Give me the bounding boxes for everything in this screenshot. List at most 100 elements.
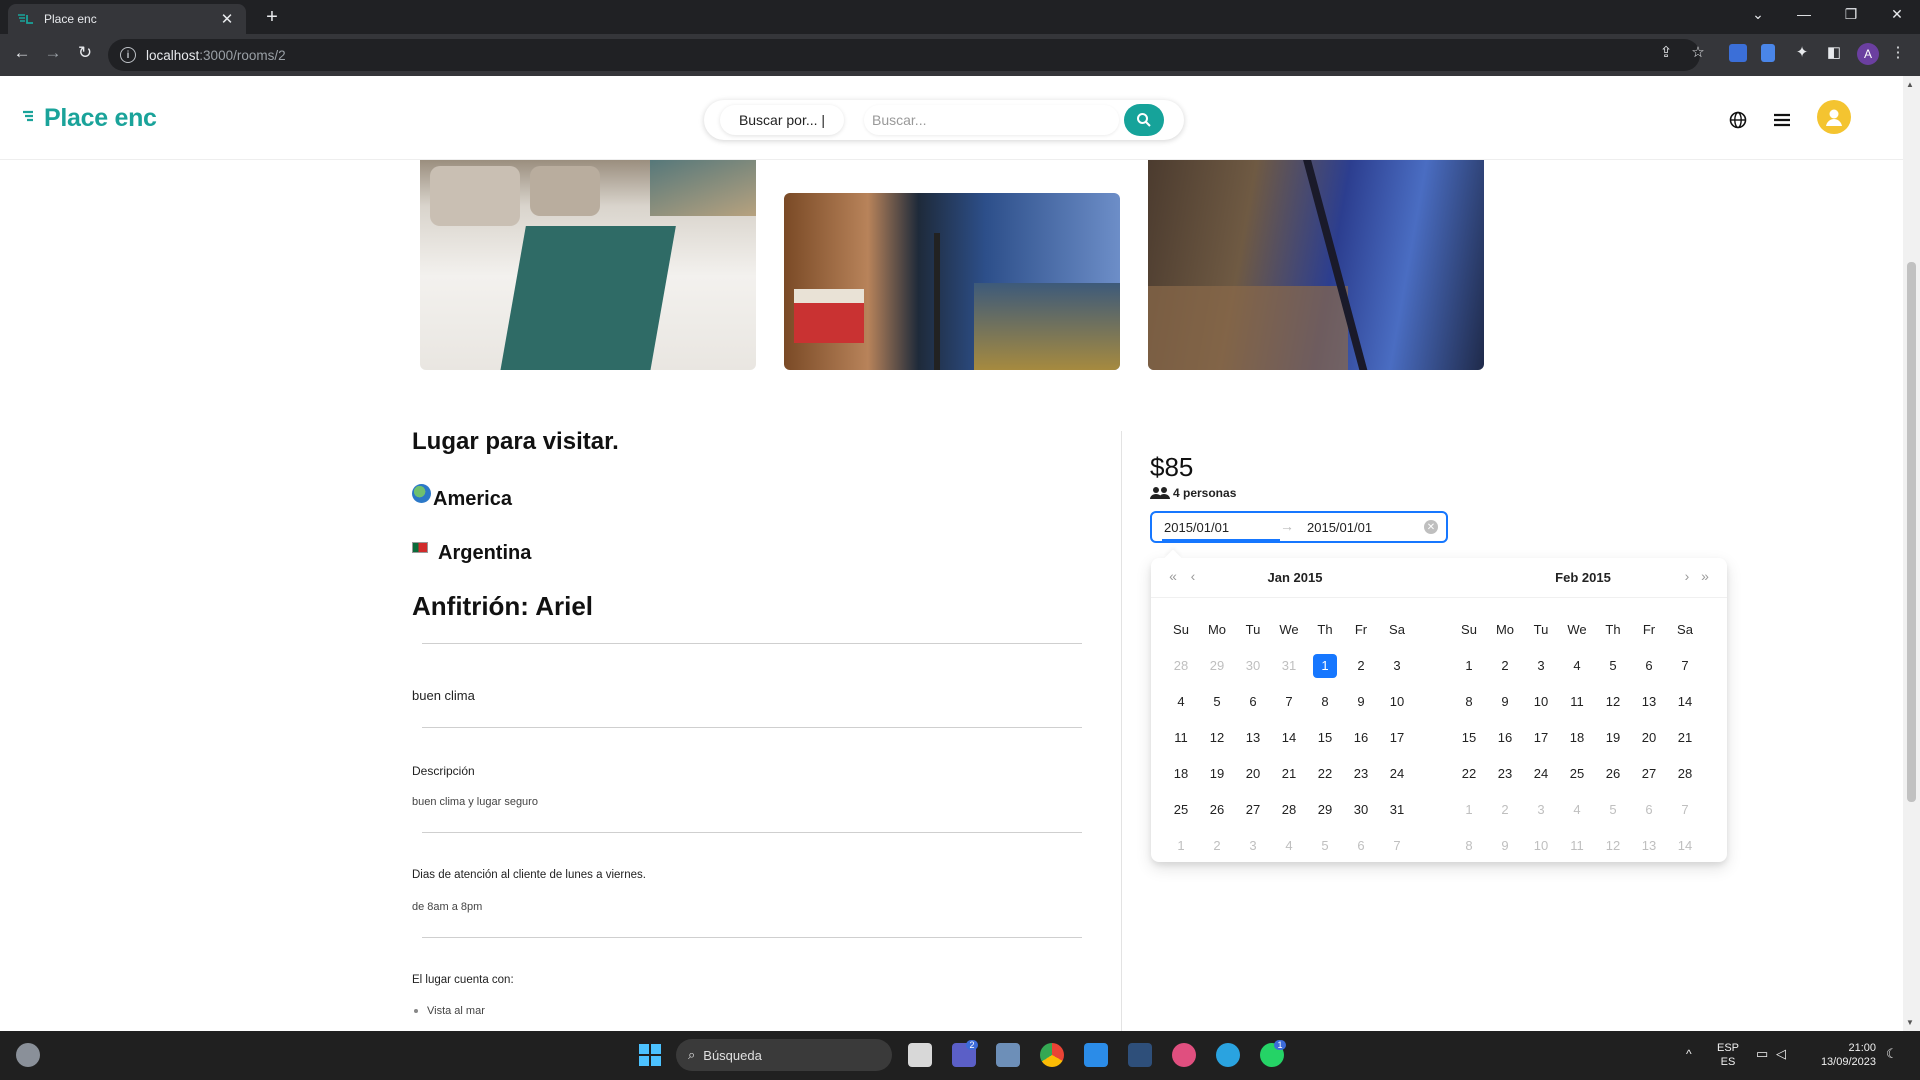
side-panel-icon[interactable]: ◧ — [1822, 43, 1846, 61]
calendar-day[interactable]: 13 — [1241, 726, 1265, 750]
calendar-day[interactable]: 30 — [1241, 654, 1265, 678]
calendar-day[interactable]: 11 — [1169, 726, 1193, 750]
calendar-day[interactable]: 2 — [1205, 834, 1229, 858]
calendar-day[interactable]: 6 — [1241, 690, 1265, 714]
calendar-day[interactable]: 15 — [1313, 726, 1337, 750]
calendar-day[interactable]: 1 — [1457, 654, 1481, 678]
calendar-day[interactable]: 10 — [1529, 690, 1553, 714]
share-icon[interactable]: ⇪ — [1654, 43, 1678, 61]
site-logo[interactable]: Place enc — [22, 104, 157, 133]
reload-icon[interactable]: ↻ — [72, 43, 98, 63]
calendar-day[interactable]: 28 — [1277, 798, 1301, 822]
network-icon[interactable]: ▭ — [1756, 1047, 1768, 1061]
calendar-day[interactable]: 29 — [1205, 654, 1229, 678]
search-input[interactable] — [864, 105, 1119, 135]
calendar-day[interactable]: 28 — [1673, 762, 1697, 786]
calendar-day[interactable]: 24 — [1385, 762, 1409, 786]
next-month-icon[interactable]: › — [1679, 568, 1695, 584]
calendar-day[interactable]: 8 — [1457, 690, 1481, 714]
calendar-day[interactable]: 17 — [1529, 726, 1553, 750]
calendar-day[interactable]: 9 — [1493, 690, 1517, 714]
calendar-day[interactable]: 4 — [1565, 654, 1589, 678]
calendar-day[interactable]: 5 — [1205, 690, 1229, 714]
vscode-icon[interactable] — [1084, 1043, 1108, 1067]
scroll-down-icon[interactable]: ▼ — [1906, 1018, 1914, 1027]
calendar-day[interactable]: 21 — [1277, 762, 1301, 786]
calendar-day[interactable]: 7 — [1385, 834, 1409, 858]
calendar-day[interactable]: 12 — [1601, 834, 1625, 858]
calendar-day[interactable]: 2 — [1349, 654, 1373, 678]
calendar-day[interactable]: 16 — [1349, 726, 1373, 750]
whatsapp-icon[interactable]: 1 — [1260, 1040, 1286, 1067]
room-photo-balcony-view[interactable] — [784, 193, 1120, 370]
telegram-icon[interactable] — [1216, 1043, 1240, 1067]
prev-month-icon[interactable]: ‹ — [1185, 568, 1201, 584]
start-date-input[interactable]: 2015/01/01 — [1164, 520, 1229, 535]
calendar-day[interactable]: 3 — [1529, 654, 1553, 678]
calendar-day[interactable]: 1 — [1313, 654, 1337, 678]
calendar-day[interactable]: 12 — [1601, 690, 1625, 714]
minimize-icon[interactable]: — — [1789, 6, 1819, 22]
calendar-day[interactable]: 2 — [1493, 654, 1517, 678]
calendar-day[interactable]: 9 — [1349, 690, 1373, 714]
calendar-day[interactable]: 28 — [1169, 654, 1193, 678]
calendar-day[interactable]: 23 — [1349, 762, 1373, 786]
hamburger-menu-icon[interactable] — [1768, 106, 1796, 134]
tray-chevron-icon[interactable]: ^ — [1686, 1047, 1692, 1061]
calendar-day[interactable]: 17 — [1385, 726, 1409, 750]
calendar-day[interactable]: 10 — [1385, 690, 1409, 714]
bookmark-star-icon[interactable]: ☆ — [1686, 43, 1710, 61]
calendar-day[interactable]: 30 — [1349, 798, 1373, 822]
calendar-day[interactable]: 27 — [1637, 762, 1661, 786]
calendar-day[interactable]: 26 — [1205, 798, 1229, 822]
globe-language-icon[interactable] — [1724, 106, 1752, 134]
tab-close-icon[interactable]: ✕ — [218, 10, 236, 28]
calendar-day[interactable]: 25 — [1565, 762, 1589, 786]
calendar-day[interactable]: 6 — [1349, 834, 1373, 858]
calendar-day[interactable]: 22 — [1313, 762, 1337, 786]
room-photo-balcony[interactable] — [1148, 136, 1484, 370]
clear-dates-icon[interactable]: ✕ — [1424, 520, 1438, 534]
teams-icon[interactable]: 2 — [952, 1040, 978, 1067]
extensions-puzzle-icon[interactable]: ✦ — [1790, 43, 1814, 61]
restore-icon[interactable]: ❐ — [1836, 6, 1866, 23]
next-year-icon[interactable]: » — [1697, 568, 1713, 584]
address-bar[interactable]: i localhost :3000/rooms/2 — [108, 39, 1700, 71]
calendar-day[interactable]: 5 — [1601, 798, 1625, 822]
slack-icon[interactable] — [1172, 1043, 1196, 1067]
scroll-thumb[interactable] — [1907, 262, 1916, 802]
calendar-day[interactable]: 4 — [1277, 834, 1301, 858]
calendar-day[interactable]: 14 — [1673, 690, 1697, 714]
calendar-day[interactable]: 12 — [1205, 726, 1229, 750]
calendar-day[interactable]: 6 — [1637, 654, 1661, 678]
browser-menu-icon[interactable]: ⋮ — [1886, 43, 1910, 61]
calendar-day[interactable]: 24 — [1529, 762, 1553, 786]
calendar-day[interactable]: 11 — [1565, 690, 1589, 714]
task-view-icon[interactable] — [908, 1043, 932, 1067]
calendar-day[interactable]: 11 — [1565, 834, 1589, 858]
close-window-icon[interactable]: ✕ — [1882, 6, 1912, 23]
calendar-day[interactable]: 1 — [1169, 834, 1193, 858]
calendar-day[interactable]: 4 — [1169, 690, 1193, 714]
calendar-day[interactable]: 31 — [1385, 798, 1409, 822]
calendar-day[interactable]: 8 — [1457, 834, 1481, 858]
calendar-day[interactable]: 22 — [1457, 762, 1481, 786]
clock[interactable]: 21:00 13/09/2023 — [1812, 1041, 1876, 1069]
calendar-day[interactable]: 20 — [1637, 726, 1661, 750]
windows-start-icon[interactable] — [638, 1043, 662, 1067]
calendar-day[interactable]: 26 — [1601, 762, 1625, 786]
calendar-day[interactable]: 4 — [1565, 798, 1589, 822]
calendar-day[interactable]: 23 — [1493, 762, 1517, 786]
calendar-day[interactable]: 21 — [1673, 726, 1697, 750]
calendar-day[interactable]: 16 — [1493, 726, 1517, 750]
postgres-icon[interactable] — [996, 1043, 1020, 1067]
search-button[interactable] — [1124, 104, 1164, 136]
calendar-day[interactable]: 25 — [1169, 798, 1193, 822]
end-date-input[interactable]: 2015/01/01 — [1307, 520, 1372, 535]
calendar-day[interactable]: 8 — [1313, 690, 1337, 714]
calendar-day[interactable]: 13 — [1637, 834, 1661, 858]
room-photo-bedroom[interactable] — [420, 136, 756, 370]
calendar-day[interactable]: 18 — [1169, 762, 1193, 786]
calendar-day[interactable]: 14 — [1277, 726, 1301, 750]
calendar-day[interactable]: 5 — [1601, 654, 1625, 678]
